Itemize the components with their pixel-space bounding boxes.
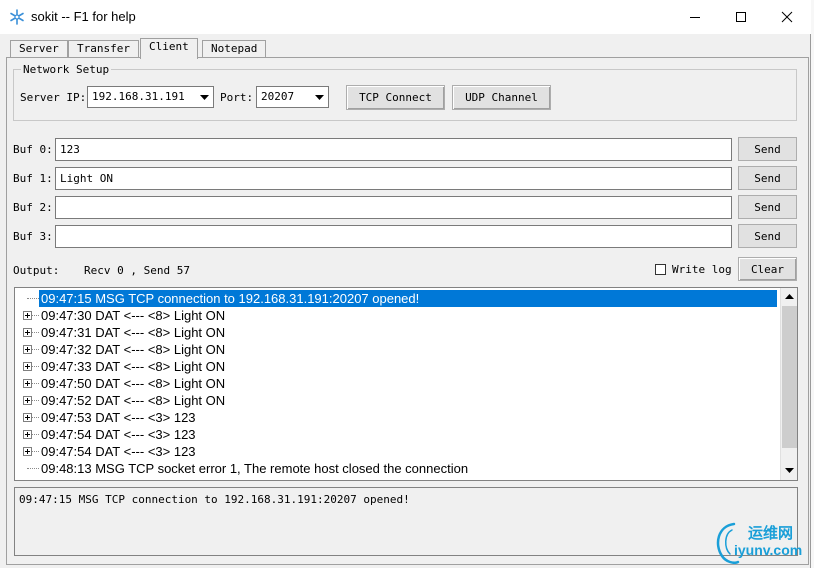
tab-notepad[interactable]: Notepad <box>202 40 267 58</box>
log-row[interactable]: 09:47:50 DAT <--- <8> Light ON <box>15 375 777 392</box>
tree-connector <box>27 298 39 299</box>
clear-button[interactable]: Clear <box>738 257 797 281</box>
title-bar: sokit -- F1 for help <box>0 0 811 34</box>
expand-plus-icon[interactable] <box>23 311 32 320</box>
udp-channel-button[interactable]: UDP Channel <box>452 85 551 110</box>
minimize-icon <box>690 17 700 18</box>
port-label: Port: <box>220 91 254 104</box>
buf1-input[interactable]: Light ON <box>55 167 732 190</box>
port-value: 20207 <box>261 90 295 103</box>
output-label: Output: <box>13 264 60 277</box>
sokit-window: sokit -- F1 for help Server Transfer Cli… <box>0 0 811 568</box>
close-button[interactable] <box>764 0 810 34</box>
buf2-label: Buf 2: <box>13 201 53 214</box>
traffic-stats: Recv 0 , Send 57 <box>84 264 190 277</box>
expand-plus-icon[interactable] <box>23 328 32 337</box>
log-row[interactable]: 09:47:31 DAT <--- <8> Light ON <box>15 324 777 341</box>
buf1-send-button[interactable]: Send <box>738 166 797 190</box>
buf3-send-button[interactable]: Send <box>738 224 797 248</box>
tree-connector <box>32 434 39 435</box>
log-row-text: 09:47:50 DAT <--- <8> Light ON <box>41 376 226 391</box>
scroll-up-icon[interactable] <box>781 288 797 305</box>
buf0-input[interactable]: 123 <box>55 138 732 161</box>
log-row[interactable]: 09:47:33 DAT <--- <8> Light ON <box>15 358 777 375</box>
log-row-text: 09:48:13 MSG TCP socket error 1, The rem… <box>41 461 469 476</box>
expand-plus-icon[interactable] <box>23 430 32 439</box>
log-row-text: 09:47:54 DAT <--- <3> 123 <box>41 444 196 459</box>
log-row-text: 09:47:52 DAT <--- <8> Light ON <box>41 393 226 408</box>
log-row-text: 09:47:54 DAT <--- <3> 123 <box>41 427 196 442</box>
log-row-text: 09:47:31 DAT <--- <8> Light ON <box>41 325 226 340</box>
log-row-text: 09:47:30 DAT <--- <8> Light ON <box>41 308 226 323</box>
network-setup-legend: Network Setup <box>21 63 112 76</box>
buf2-send-button[interactable]: Send <box>738 195 797 219</box>
server-ip-label: Server IP: <box>20 91 87 104</box>
watermark-logo: 运维网 iyunv.com <box>712 520 812 564</box>
expand-plus-icon[interactable] <box>23 413 32 422</box>
close-icon <box>781 11 793 23</box>
buf2-input[interactable] <box>55 196 732 219</box>
chevron-down-icon[interactable] <box>196 88 212 106</box>
tree-connector <box>32 400 39 401</box>
buf0-send-button[interactable]: Send <box>738 137 797 161</box>
tab-client[interactable]: Client <box>140 38 198 59</box>
detail-pane[interactable]: 09:47:15 MSG TCP connection to 192.168.3… <box>14 487 798 556</box>
tree-connector <box>32 417 39 418</box>
vertical-scrollbar[interactable] <box>780 288 797 480</box>
log-row[interactable]: 09:47:53 DAT <--- <3> 123 <box>15 409 777 426</box>
server-ip-value: 192.168.31.191 <box>92 90 185 103</box>
expand-plus-icon[interactable] <box>23 362 32 371</box>
log-row-text: 09:47:53 DAT <--- <3> 123 <box>41 410 196 425</box>
tree-connector <box>32 366 39 367</box>
log-row[interactable]: 09:47:54 DAT <--- <3> 123 <box>15 426 777 443</box>
tree-connector <box>32 383 39 384</box>
tree-connector <box>32 451 39 452</box>
log-tree[interactable]: 09:47:15 MSG TCP connection to 192.168.3… <box>14 287 798 481</box>
log-row[interactable]: 09:47:15 MSG TCP connection to 192.168.3… <box>15 290 777 307</box>
tcp-connect-button[interactable]: TCP Connect <box>346 85 445 110</box>
chevron-down-icon[interactable] <box>311 88 327 106</box>
tree-connector <box>32 349 39 350</box>
log-row[interactable]: 09:47:32 DAT <--- <8> Light ON <box>15 341 777 358</box>
tab-bar: Server Transfer Client Notepad <box>6 38 806 59</box>
scrollbar-thumb[interactable] <box>782 306 797 448</box>
tree-connector <box>27 468 39 469</box>
server-ip-combobox[interactable]: 192.168.31.191 <box>87 86 214 108</box>
maximize-icon <box>736 12 746 22</box>
log-row-text: 09:47:32 DAT <--- <8> Light ON <box>41 342 226 357</box>
expand-plus-icon[interactable] <box>23 447 32 456</box>
scroll-down-icon[interactable] <box>781 462 797 479</box>
log-row[interactable]: 09:47:54 DAT <--- <3> 123 <box>15 443 777 460</box>
tab-server[interactable]: Server <box>10 40 68 58</box>
expand-plus-icon[interactable] <box>23 345 32 354</box>
buf3-input[interactable] <box>55 225 732 248</box>
buf1-label: Buf 1: <box>13 172 53 185</box>
log-row-text: 09:47:15 MSG TCP connection to 192.168.3… <box>39 290 777 307</box>
maximize-button[interactable] <box>718 0 764 34</box>
tree-connector <box>32 315 39 316</box>
detail-text: 09:47:15 MSG TCP connection to 192.168.3… <box>19 493 410 506</box>
tab-transfer[interactable]: Transfer <box>68 40 139 58</box>
watermark-line2: iyunv.com <box>734 542 803 558</box>
tree-connector <box>32 332 39 333</box>
write-log-label[interactable]: Write log <box>672 263 732 276</box>
port-combobox[interactable]: 20207 <box>256 86 329 108</box>
minimize-button[interactable] <box>672 0 718 34</box>
buf0-label: Buf 0: <box>13 143 53 156</box>
watermark-line1: 运维网 <box>748 525 794 542</box>
expand-plus-icon[interactable] <box>23 396 32 405</box>
window-title: sokit -- F1 for help <box>31 9 136 24</box>
snowflake-app-icon <box>10 9 24 25</box>
buf3-label: Buf 3: <box>13 230 53 243</box>
log-row[interactable]: 09:48:13 MSG TCP socket error 1, The rem… <box>15 460 777 477</box>
expand-plus-icon[interactable] <box>23 379 32 388</box>
write-log-checkbox[interactable] <box>655 264 666 275</box>
log-row[interactable]: 09:47:30 DAT <--- <8> Light ON <box>15 307 777 324</box>
log-row-text: 09:47:33 DAT <--- <8> Light ON <box>41 359 226 374</box>
log-row[interactable]: 09:47:52 DAT <--- <8> Light ON <box>15 392 777 409</box>
